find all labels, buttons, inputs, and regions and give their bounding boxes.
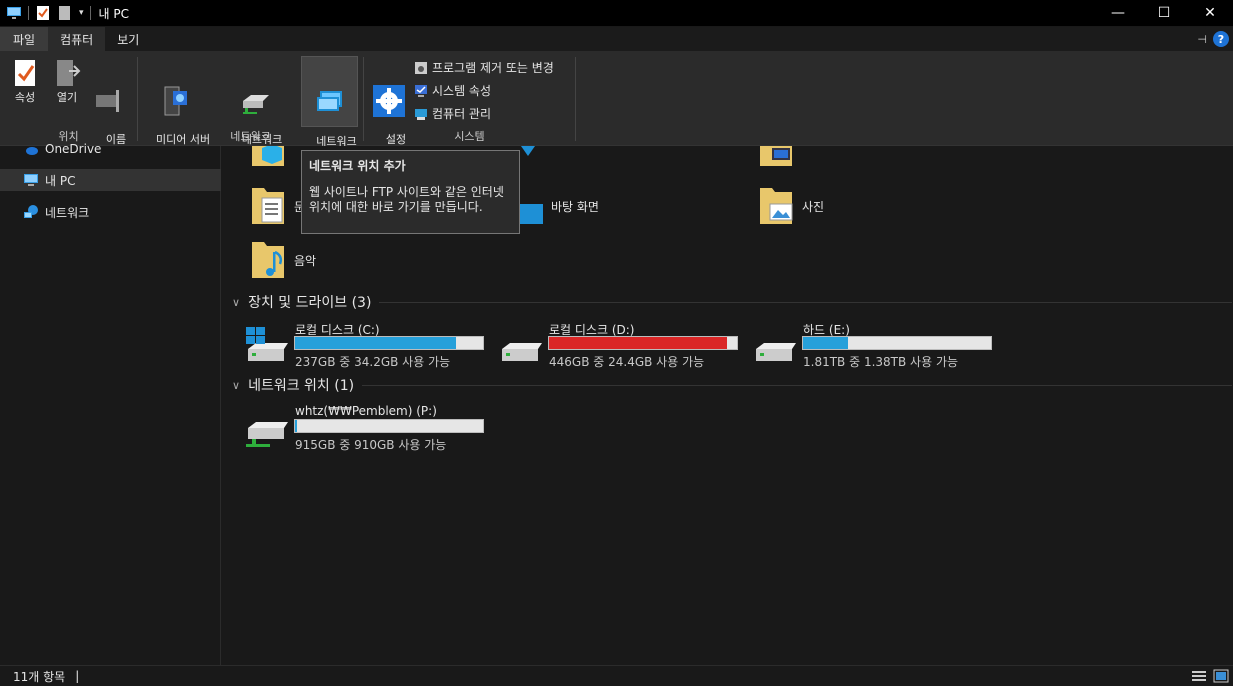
section-title: 장치 및 드라이브 (3) <box>248 295 372 311</box>
drive-usage-bar <box>548 336 738 350</box>
quick-access-toolbar: ▾ <box>0 5 91 21</box>
drive-c[interactable]: 로컬 디스크 (C:) 237GB 중 34.2GB 사용 가능 <box>244 321 494 369</box>
item-count: 11개 항목 <box>13 669 66 684</box>
system-group: 시스템 <box>364 51 575 146</box>
drive-usage-fill <box>549 337 727 349</box>
tooltip-body: 웹 사이트나 FTP 사이트와 같은 인터넷 위치에 대한 바로 가기를 만듭니… <box>309 185 504 214</box>
section-divider <box>379 301 1232 303</box>
ribbon: 속성 열기 이름 바꾸기 위치 미디어 서버 연결 네트워크 드라이브 연결 네… <box>0 51 1233 162</box>
pc-icon <box>24 174 38 186</box>
folder-3d-objects[interactable] <box>250 146 286 170</box>
videos-folder-icon <box>760 146 792 166</box>
toolbar-divider <box>89 6 91 20</box>
details-view-icon[interactable] <box>1191 669 1207 683</box>
status-cursor: | <box>75 669 80 683</box>
onedrive-icon <box>26 147 38 155</box>
network-drive-icon <box>246 422 288 447</box>
chevron-down-icon: ∨ <box>232 378 241 392</box>
pictures-folder-icon <box>760 188 793 224</box>
sidebar-item-label: 내 PC <box>45 173 76 188</box>
location-group: 위치 <box>0 51 137 146</box>
ribbon-divider <box>575 57 576 141</box>
section-devices-header[interactable]: ∨ 장치 및 드라이브 (3) <box>232 292 1232 312</box>
drive-info: 1.81TB 중 1.38TB 사용 가능 <box>803 355 959 369</box>
drive-info: 237GB 중 34.2GB 사용 가능 <box>295 355 451 369</box>
minimize-button[interactable]: — <box>1095 0 1141 26</box>
section-title: 네트워크 위치 (1) <box>248 378 355 394</box>
customize-toolbar-chevron-icon[interactable]: ▾ <box>79 8 84 18</box>
drive-e[interactable]: 하드 (E:) 1.81TB 중 1.38TB 사용 가능 <box>752 321 1002 369</box>
tab-view[interactable]: 보기 <box>105 27 151 51</box>
tab-file[interactable]: 파일 <box>0 27 49 51</box>
maximize-button[interactable]: ☐ <box>1141 0 1187 26</box>
tab-computer[interactable]: 컴퓨터 <box>48 27 106 51</box>
sidebar-item-onedrive[interactable]: OneDrive <box>0 138 221 160</box>
folder-desktop[interactable]: 바탕 화면 <box>507 186 599 226</box>
3d-objects-folder-icon <box>252 146 284 166</box>
properties-check-icon[interactable] <box>35 5 51 21</box>
status-bar: 11개 항목 | <box>0 665 1233 686</box>
help-icon[interactable]: ? <box>1213 31 1229 47</box>
hard-drive-icon <box>502 343 542 361</box>
folder-videos[interactable] <box>758 146 794 170</box>
drive-usage-bar <box>802 336 992 350</box>
documents-folder-icon <box>252 188 284 224</box>
pin-ribbon-icon[interactable]: ⊣ <box>1197 33 1207 46</box>
music-folder-icon <box>252 242 284 278</box>
network-icon <box>24 205 38 218</box>
folder-pictures[interactable]: 사진 <box>758 186 824 226</box>
hard-drive-icon <box>756 343 796 361</box>
system-group-label: 시스템 <box>454 130 485 143</box>
folder-label: 음악 <box>294 253 317 268</box>
toolbar-divider <box>28 6 29 20</box>
close-button[interactable]: ✕ <box>1187 0 1233 26</box>
new-folder-icon[interactable] <box>57 5 73 21</box>
drive-usage-bar <box>294 419 484 433</box>
drive-usage-fill <box>803 337 848 349</box>
folder-label: 바탕 화면 <box>551 199 599 214</box>
sidebar-item-label: 네트워크 <box>45 205 90 220</box>
network-group: 네트워크 <box>138 51 363 146</box>
folder-label: 사진 <box>802 199 825 214</box>
sidebar-item-this-pc[interactable]: 내 PC <box>0 169 221 191</box>
sidebar-item-label: OneDrive <box>45 142 102 156</box>
windows-drive-icon <box>246 327 288 361</box>
drive-info: 446GB 중 24.4GB 사용 가능 <box>549 355 705 369</box>
folder-music[interactable]: 음악 <box>250 240 316 280</box>
tooltip-title: 네트워크 위치 추가 <box>309 159 406 173</box>
drive-usage-fill <box>295 337 456 349</box>
sidebar-item-network[interactable]: 네트워크 <box>0 201 221 223</box>
section-divider <box>362 384 1232 386</box>
title-bar: ▾ 내 PC — ☐ ✕ <box>0 0 1233 26</box>
drive-usage-bar <box>294 336 484 350</box>
drive-usage-fill <box>295 420 297 432</box>
network-drive-p[interactable]: whtz(₩₩Pemblem) (P:) 915GB 중 910GB 사용 가능 <box>244 404 494 452</box>
drive-name: whtz(₩₩Pemblem) (P:) <box>295 404 437 418</box>
drive-info: 915GB 중 910GB 사용 가능 <box>295 438 447 452</box>
navigation-pane: OneDrive 내 PC 네트워크 <box>0 142 221 665</box>
pc-icon[interactable] <box>6 5 22 21</box>
chevron-down-icon: ∨ <box>232 295 241 309</box>
window-title: 내 PC <box>98 6 130 21</box>
large-icons-view-icon[interactable] <box>1213 669 1229 683</box>
tooltip: 네트워크 위치 추가 웹 사이트나 FTP 사이트와 같은 인터넷 위치에 대한… <box>301 150 520 234</box>
section-network-header[interactable]: ∨ 네트워크 위치 (1) <box>232 375 1232 395</box>
drive-d[interactable]: 로컬 디스크 (D:) 446GB 중 24.4GB 사용 가능 <box>498 321 748 369</box>
ribbon-tabs: 파일 컴퓨터 보기 ⊣ ? <box>0 27 1233 51</box>
